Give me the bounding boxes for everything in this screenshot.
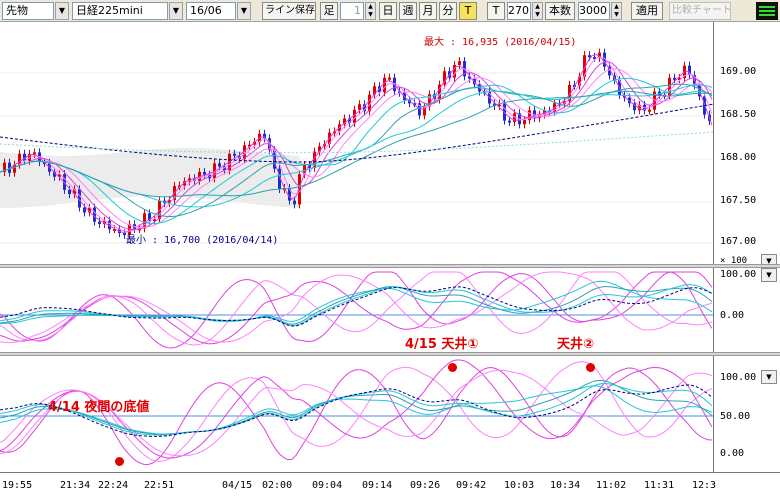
chart-window: 先物 ▼ 日経225mini ▼ 16/06 ▼ ライン保存 足 1 ▲ ▼ 日 … bbox=[0, 0, 780, 500]
time-label: 12:3 bbox=[692, 480, 717, 491]
time-label: 09:04 bbox=[312, 480, 343, 491]
osc2-tick: 50.00 bbox=[720, 411, 751, 422]
chevron-down-icon[interactable]: ▼ bbox=[55, 2, 69, 20]
bottom-note: 4/14 夜間の底値 bbox=[48, 400, 150, 415]
time-label: 22:24 bbox=[98, 480, 129, 491]
spin-arrows-icon[interactable]: ▲ ▼ bbox=[365, 2, 376, 20]
time-label: 21:34 bbox=[60, 480, 91, 491]
oscillator-line bbox=[0, 271, 713, 345]
price-tick: 167.00 bbox=[720, 236, 757, 247]
price-plot bbox=[0, 22, 714, 269]
apply-button[interactable]: 適用 bbox=[631, 2, 663, 20]
max-annotation: 最大 : 16,935 (2016/04/15) bbox=[424, 37, 577, 48]
time-label: 09:14 bbox=[362, 480, 393, 491]
price-tick: 168.50 bbox=[720, 109, 757, 120]
candle-body bbox=[358, 104, 361, 110]
candle-body bbox=[143, 213, 146, 229]
candle-body bbox=[508, 120, 511, 123]
candle-body bbox=[648, 109, 651, 112]
collapse-arrow-icon[interactable]: ▼ bbox=[761, 268, 777, 282]
candle-body bbox=[83, 207, 86, 213]
time-label: 10:03 bbox=[504, 480, 535, 491]
top1-note: 4/15 天井① bbox=[405, 337, 479, 352]
osc1-tick: 0.00 bbox=[720, 310, 745, 321]
moving-average-line bbox=[0, 90, 713, 198]
osc2-tick: 0.00 bbox=[720, 448, 745, 459]
chevron-down-icon[interactable]: ▼ bbox=[237, 2, 251, 20]
price-pane: 169.00 168.50 168.00 167.50 167.00 × 100… bbox=[0, 22, 780, 269]
moving-average-line bbox=[0, 56, 713, 232]
collapse-arrow-icon[interactable]: ▼ bbox=[761, 370, 777, 384]
bottom-marker bbox=[115, 457, 124, 466]
spin-arrows-icon[interactable]: ▲ ▼ bbox=[532, 2, 543, 20]
osc1-tick: 100.00 bbox=[720, 269, 757, 280]
tick-button-active[interactable]: T bbox=[459, 2, 477, 20]
moving-average-line bbox=[0, 61, 713, 230]
candle-body bbox=[458, 61, 461, 65]
toolbar: 先物 ▼ 日経225mini ▼ 16/06 ▼ ライン保存 足 1 ▲ ▼ 日 … bbox=[0, 0, 780, 22]
time-label: 02:00 bbox=[262, 480, 293, 491]
time-label: 22:51 bbox=[144, 480, 175, 491]
top2-marker bbox=[586, 363, 595, 372]
oscillator-line bbox=[0, 285, 713, 325]
time-label: 04/15 bbox=[222, 480, 253, 491]
menu-bars-icon[interactable] bbox=[756, 2, 778, 20]
period-minute-button[interactable]: 分 bbox=[439, 2, 457, 20]
candle-body bbox=[218, 163, 221, 167]
top1-marker bbox=[448, 363, 457, 372]
tick-value-input[interactable]: 270 bbox=[507, 2, 531, 20]
oscillator-line bbox=[0, 286, 713, 327]
candle-body bbox=[588, 55, 591, 58]
compare-chart-button[interactable]: 比較チャート bbox=[669, 2, 731, 20]
time-axis: 19:55 21:34 22:24 22:51 04/15 02:00 09:04 09:14… bbox=[0, 472, 780, 500]
time-label: 10:34 bbox=[550, 480, 581, 491]
min-annotation: 最小 : 16,700 (2016/04/14) bbox=[126, 235, 279, 246]
candle-body bbox=[68, 189, 71, 195]
time-label: 09:26 bbox=[410, 480, 441, 491]
candle-body bbox=[383, 77, 386, 93]
price-tick: 167.50 bbox=[720, 195, 757, 206]
save-lines-button[interactable]: ライン保存 bbox=[262, 2, 316, 20]
spin-arrows-icon[interactable]: ▲ ▼ bbox=[611, 2, 622, 20]
period-day-button[interactable]: 日 bbox=[379, 2, 397, 20]
candle-body bbox=[523, 120, 526, 125]
time-label: 19:55 bbox=[2, 480, 33, 491]
contract-select[interactable]: 16/06 bbox=[186, 2, 236, 20]
count-input[interactable]: 3000 bbox=[578, 2, 610, 20]
oscillator-plot-1 bbox=[0, 268, 714, 352]
tick-button[interactable]: T bbox=[487, 2, 505, 20]
period-month-button[interactable]: 月 bbox=[419, 2, 437, 20]
candle-body bbox=[293, 200, 296, 205]
price-tick: 168.00 bbox=[720, 152, 757, 163]
time-label: 11:31 bbox=[644, 480, 675, 491]
oscillator-line bbox=[0, 271, 713, 346]
price-tick: 169.00 bbox=[720, 66, 757, 77]
candle-body bbox=[673, 77, 676, 80]
candle-body bbox=[33, 152, 36, 155]
instrument-select[interactable]: 日経225mini bbox=[72, 2, 168, 20]
time-label: 09:42 bbox=[456, 480, 487, 491]
osc2-tick: 100.00 bbox=[720, 372, 757, 383]
chevron-down-icon[interactable]: ▼ bbox=[169, 2, 183, 20]
moving-average-line bbox=[0, 53, 713, 234]
bar-label: 足 bbox=[320, 2, 338, 20]
candle-body bbox=[93, 207, 96, 222]
bar-count-input[interactable]: 1 bbox=[340, 2, 364, 20]
symbol-select[interactable]: 先物 bbox=[2, 2, 54, 20]
moving-average-line bbox=[0, 84, 713, 208]
candle-body bbox=[98, 221, 101, 224]
period-week-button[interactable]: 週 bbox=[399, 2, 417, 20]
count-label: 本数 bbox=[545, 2, 575, 20]
candle-body bbox=[233, 153, 236, 156]
candle-body bbox=[388, 77, 391, 80]
time-label: 11:02 bbox=[596, 480, 627, 491]
top2-note: 天井② bbox=[557, 337, 595, 352]
oscillator-pane-1: 100.00 0.00 ▼ bbox=[0, 268, 780, 352]
oscillator-line bbox=[0, 271, 713, 349]
